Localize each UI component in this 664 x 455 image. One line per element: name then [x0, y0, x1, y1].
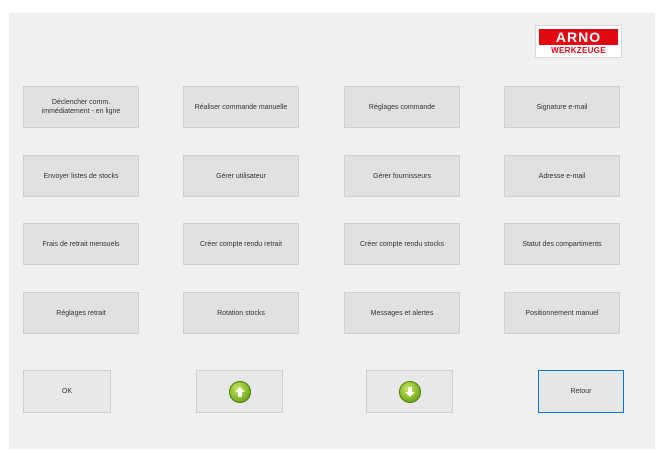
manage-user-button[interactable]: Gérer utilisateur — [183, 155, 299, 197]
scroll-down-button[interactable] — [366, 370, 453, 413]
stock-report-button[interactable]: Créer compte rendu stocks — [344, 223, 460, 265]
compartment-status-button[interactable]: Statut des compartiments — [504, 223, 620, 265]
trigger-order-online-button[interactable]: Déclencher comm. immédiatement - en lign… — [23, 86, 139, 128]
messages-alerts-button[interactable]: Messages et alertes — [344, 292, 460, 334]
back-button[interactable]: Retour — [538, 370, 624, 413]
order-settings-button[interactable]: Réglages commande — [344, 86, 460, 128]
withdrawal-settings-button[interactable]: Réglages retrait — [23, 292, 139, 334]
monthly-withdrawal-costs-button[interactable]: Frais de retrait mensuels — [23, 223, 139, 265]
send-stock-lists-button[interactable]: Envoyer listes de stocks — [23, 155, 139, 197]
logo-brand: ARNO — [539, 29, 618, 45]
ok-button[interactable]: OK — [23, 370, 111, 413]
withdrawal-report-button[interactable]: Créer compte rendu retrait — [183, 223, 299, 265]
logo-subtitle: WERKZEUGE — [551, 46, 606, 55]
arrow-up-icon — [228, 380, 251, 403]
arno-logo: ARNO WERKZEUGE — [535, 25, 622, 58]
email-signature-button[interactable]: Signature e-mail — [504, 86, 620, 128]
arrow-down-icon — [398, 380, 421, 403]
manual-order-button[interactable]: Réaliser commande manuelle — [183, 86, 299, 128]
stock-rotation-button[interactable]: Rotation stocks — [183, 292, 299, 334]
manual-positioning-button[interactable]: Positionnement manuel — [504, 292, 620, 334]
scroll-up-button[interactable] — [196, 370, 283, 413]
manage-suppliers-button[interactable]: Gérer fournisseurs — [344, 155, 460, 197]
email-address-button[interactable]: Adresse e-mail — [504, 155, 620, 197]
